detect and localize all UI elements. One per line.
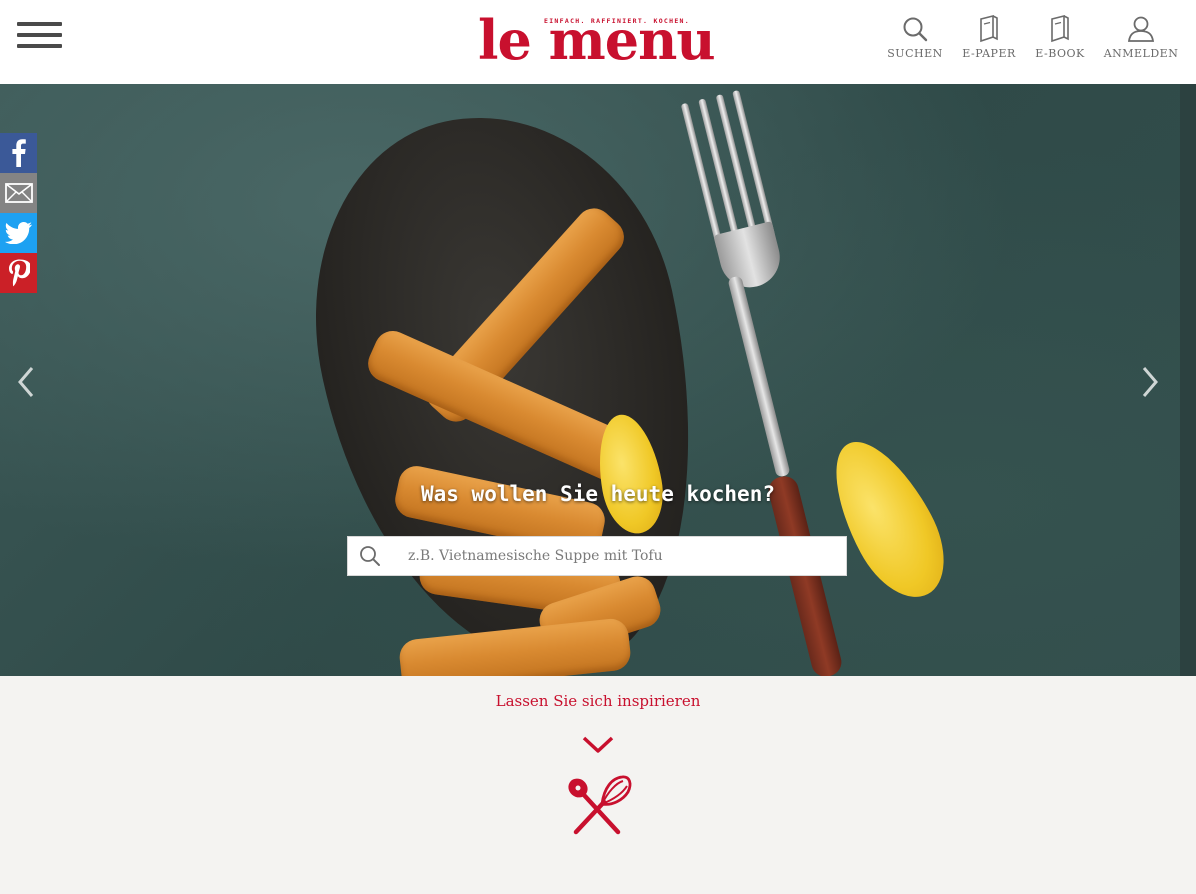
nav-epaper-label: E-PAPER	[962, 47, 1016, 60]
hamburger-menu-icon[interactable]	[17, 22, 62, 52]
nav-ebook-label: E-BOOK	[1035, 47, 1085, 60]
inspire-link[interactable]: Lassen Sie sich inspirieren	[0, 692, 1196, 710]
nav-search[interactable]: SUCHEN	[887, 14, 943, 60]
book-icon	[1045, 14, 1075, 44]
spoon-whisk-icon	[560, 774, 634, 838]
hero-image-fork	[677, 89, 793, 300]
site-header: EINFACH. RAFFINIERT. KOCHEN. le menu SUC…	[0, 0, 1196, 84]
hero-heading: Was wollen Sie heute kochen?	[420, 482, 775, 506]
book-icon	[974, 14, 1004, 44]
nav-login-label: ANMELDEN	[1103, 47, 1179, 60]
carousel-next-icon[interactable]	[1138, 362, 1162, 402]
hero-banner: Was wollen Sie heute kochen?	[0, 84, 1196, 676]
nav-search-label: SUCHEN	[887, 47, 943, 60]
hero-image-lemon	[812, 425, 964, 613]
site-logo[interactable]: EINFACH. RAFFINIERT. KOCHEN. le menu	[478, 10, 723, 70]
carousel-prev-icon[interactable]	[14, 362, 38, 402]
pinterest-icon[interactable]	[0, 253, 37, 293]
search-icon	[900, 14, 930, 44]
facebook-icon[interactable]	[0, 133, 37, 173]
nav-ebook[interactable]: E-BOOK	[1034, 14, 1086, 60]
twitter-icon[interactable]	[0, 213, 37, 253]
hero-image-fork-neck	[727, 275, 791, 478]
recipe-search	[347, 536, 847, 576]
user-icon	[1126, 14, 1156, 44]
recipe-search-input[interactable]	[408, 538, 838, 574]
nav-login[interactable]: ANMELDEN	[1104, 14, 1178, 60]
mail-icon[interactable]	[0, 173, 37, 213]
social-share-bar	[0, 133, 37, 293]
chevron-down-icon[interactable]	[582, 736, 614, 754]
search-icon[interactable]	[350, 537, 390, 575]
logo-text: le menu	[478, 8, 716, 72]
nav-epaper[interactable]: E-PAPER	[960, 14, 1018, 60]
